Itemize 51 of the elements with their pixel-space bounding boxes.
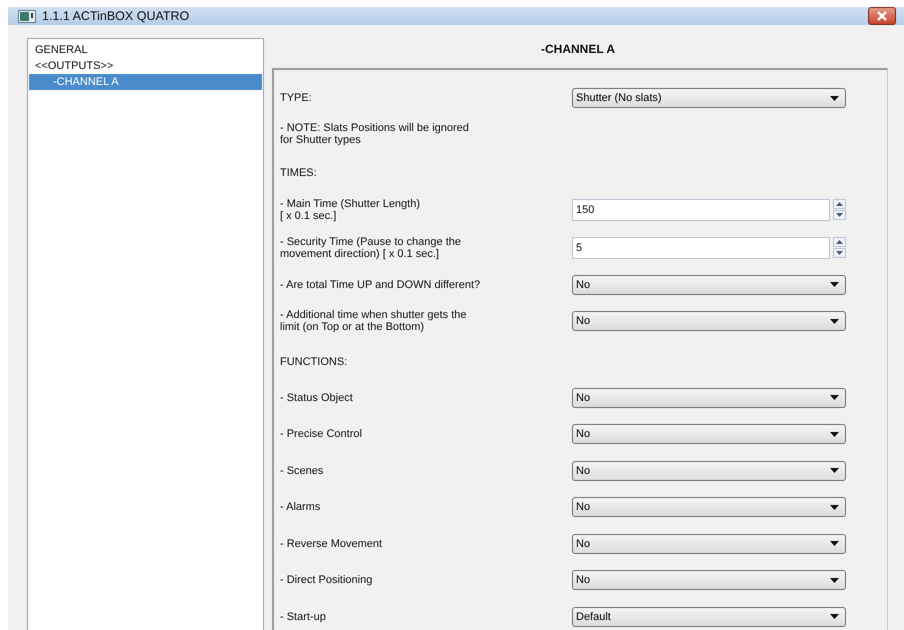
window-title: 1.1.1 ACTinBOX QUATRO bbox=[42, 9, 190, 23]
parameter-label: - Main Time (Shutter Length) [ x 0.1 sec.] bbox=[280, 198, 422, 222]
dropdown[interactable]: No bbox=[572, 424, 846, 444]
parameter-label: - Start-up bbox=[280, 610, 327, 623]
spinner-control[interactable] bbox=[833, 199, 846, 220]
dropdown[interactable]: No bbox=[572, 388, 846, 408]
number-field[interactable]: 5 bbox=[572, 236, 830, 258]
close-button[interactable] bbox=[868, 7, 896, 25]
dropdown[interactable]: Default bbox=[572, 606, 846, 627]
parameter-label: - Direct Positioning bbox=[280, 574, 374, 586]
dropdown[interactable]: No bbox=[572, 460, 846, 481]
dropdown-arrow-icon bbox=[830, 432, 839, 437]
tree-item[interactable]: <<OUTPUTS>> bbox=[29, 58, 262, 74]
dropdown-arrow-icon bbox=[830, 282, 839, 288]
dropdown-arrow-icon bbox=[830, 395, 839, 400]
dropdown[interactable]: No bbox=[572, 570, 846, 590]
page-title: -CHANNEL A bbox=[540, 41, 616, 58]
parameter-label: - Scenes bbox=[280, 464, 324, 477]
parameter-label: - Security Time (Pause to change the movement direction) [ x 0.1 sec.] bbox=[280, 236, 462, 260]
dropdown-arrow-icon bbox=[830, 96, 839, 101]
dropdown[interactable]: No bbox=[572, 311, 846, 332]
down-arrow-icon bbox=[836, 213, 843, 217]
tree-item[interactable]: -CHANNEL A bbox=[29, 74, 262, 90]
dropdown-arrow-icon bbox=[830, 468, 839, 474]
parameter-label: TYPE: bbox=[280, 92, 313, 104]
up-arrow-icon bbox=[836, 202, 843, 206]
parameter-label: - Reverse Movement bbox=[280, 538, 384, 550]
dropdown-arrow-icon bbox=[830, 504, 839, 510]
parameter-label: - Additional time when shutter gets the limit (on Top or at the Bottom) bbox=[280, 309, 468, 334]
parameter-label: - Are total Time UP and DOWN different? bbox=[280, 278, 482, 291]
parameter-label: - Alarms bbox=[280, 501, 322, 514]
dropdown[interactable]: No bbox=[572, 497, 846, 518]
spinner-control[interactable] bbox=[833, 237, 846, 258]
dropdown-arrow-icon bbox=[830, 318, 839, 324]
dropdown-arrow-icon bbox=[830, 541, 839, 546]
tree-item[interactable]: GENERAL bbox=[29, 42, 262, 58]
close-icon bbox=[876, 11, 888, 21]
parameter-label: - Status Object bbox=[280, 392, 354, 404]
section-heading: FUNCTIONS: bbox=[280, 354, 348, 368]
number-field[interactable]: 150 bbox=[572, 198, 830, 220]
dropdown-arrow-icon bbox=[830, 578, 839, 583]
dropdown-arrow-icon bbox=[830, 614, 839, 620]
dropdown[interactable]: Shutter (No slats) bbox=[572, 88, 846, 108]
note-text: - NOTE: Slats Positions will be ignored for Shutter types bbox=[280, 122, 470, 146]
dropdown[interactable]: No bbox=[572, 534, 846, 554]
dropdown[interactable]: No bbox=[572, 274, 846, 295]
section-heading: TIMES: bbox=[280, 166, 318, 178]
up-arrow-icon bbox=[836, 240, 843, 244]
app-icon bbox=[18, 10, 36, 22]
parameter-label: - Precise Control bbox=[280, 428, 363, 440]
down-arrow-icon bbox=[836, 251, 843, 255]
